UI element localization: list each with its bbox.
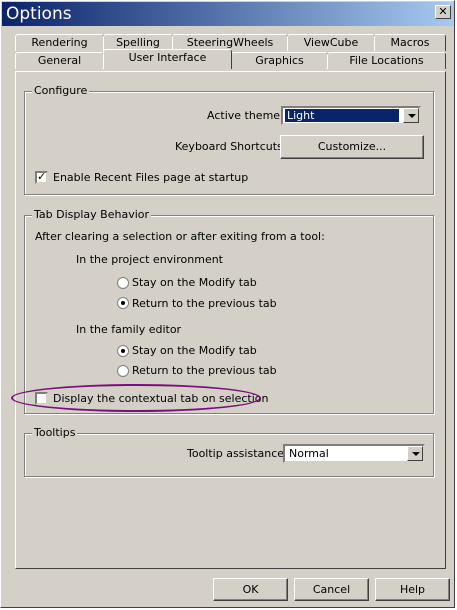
title-bar[interactable]: Options ✕ xyxy=(2,2,454,26)
tab-user-interface[interactable]: User Interface xyxy=(103,49,232,69)
family-return-radio[interactable] xyxy=(117,365,129,377)
tooltip-assistance-select[interactable]: Normal xyxy=(283,444,425,463)
family-stay-radio[interactable] xyxy=(117,345,129,357)
project-stay-label: Stay on the Modify tab xyxy=(132,276,257,289)
project-return-label: Return to the previous tab xyxy=(132,297,277,310)
recent-files-checkbox[interactable] xyxy=(35,170,48,184)
project-stay-radio[interactable] xyxy=(117,277,129,289)
chevron-down-icon[interactable] xyxy=(407,446,423,461)
tab-graphics[interactable]: Graphics xyxy=(231,52,328,69)
tab-viewcube[interactable]: ViewCube xyxy=(287,34,375,51)
close-icon: ✕ xyxy=(438,5,448,18)
tooltip-assistance-value: Normal xyxy=(289,447,329,460)
active-theme-select[interactable]: Light xyxy=(281,106,421,125)
tab-file-locations[interactable]: File Locations xyxy=(327,52,446,69)
customize-button[interactable]: Customize... xyxy=(280,135,424,159)
cancel-button[interactable]: Cancel xyxy=(294,578,369,601)
ok-button[interactable]: OK xyxy=(213,578,288,601)
tooltips-group-title: Tooltips xyxy=(32,426,78,439)
active-theme-label: Active theme: xyxy=(207,109,284,122)
configure-group-title: Configure xyxy=(32,84,90,97)
family-stay-label: Stay on the Modify tab xyxy=(132,344,257,357)
tab-macros[interactable]: Macros xyxy=(374,34,446,51)
options-dialog: Options ✕ Rendering Spelling SteeringWhe… xyxy=(0,0,455,608)
help-button[interactable]: Help xyxy=(375,578,450,601)
keyboard-shortcuts-label: Keyboard Shortcuts: xyxy=(175,140,287,153)
annotation-ellipse xyxy=(11,384,261,412)
tab-display-intro: After clearing a selection or after exit… xyxy=(35,230,325,243)
family-editor-heading: In the family editor xyxy=(76,323,182,336)
tooltip-assistance-label: Tooltip assistance: xyxy=(187,447,288,460)
project-environment-heading: In the project environment xyxy=(76,253,223,266)
tab-display-group: Tab Display Behavior xyxy=(24,208,434,414)
tab-rendering[interactable]: Rendering xyxy=(15,34,104,51)
close-button[interactable]: ✕ xyxy=(435,5,451,19)
recent-files-label: Enable Recent Files page at startup xyxy=(53,171,249,184)
tab-display-group-title: Tab Display Behavior xyxy=(32,208,152,221)
active-theme-value: Light xyxy=(285,109,399,122)
chevron-down-icon[interactable] xyxy=(403,108,419,123)
project-return-radio[interactable] xyxy=(117,297,129,309)
tab-general[interactable]: General xyxy=(15,52,104,69)
window-title: Options xyxy=(6,4,72,24)
family-return-label: Return to the previous tab xyxy=(132,364,277,377)
